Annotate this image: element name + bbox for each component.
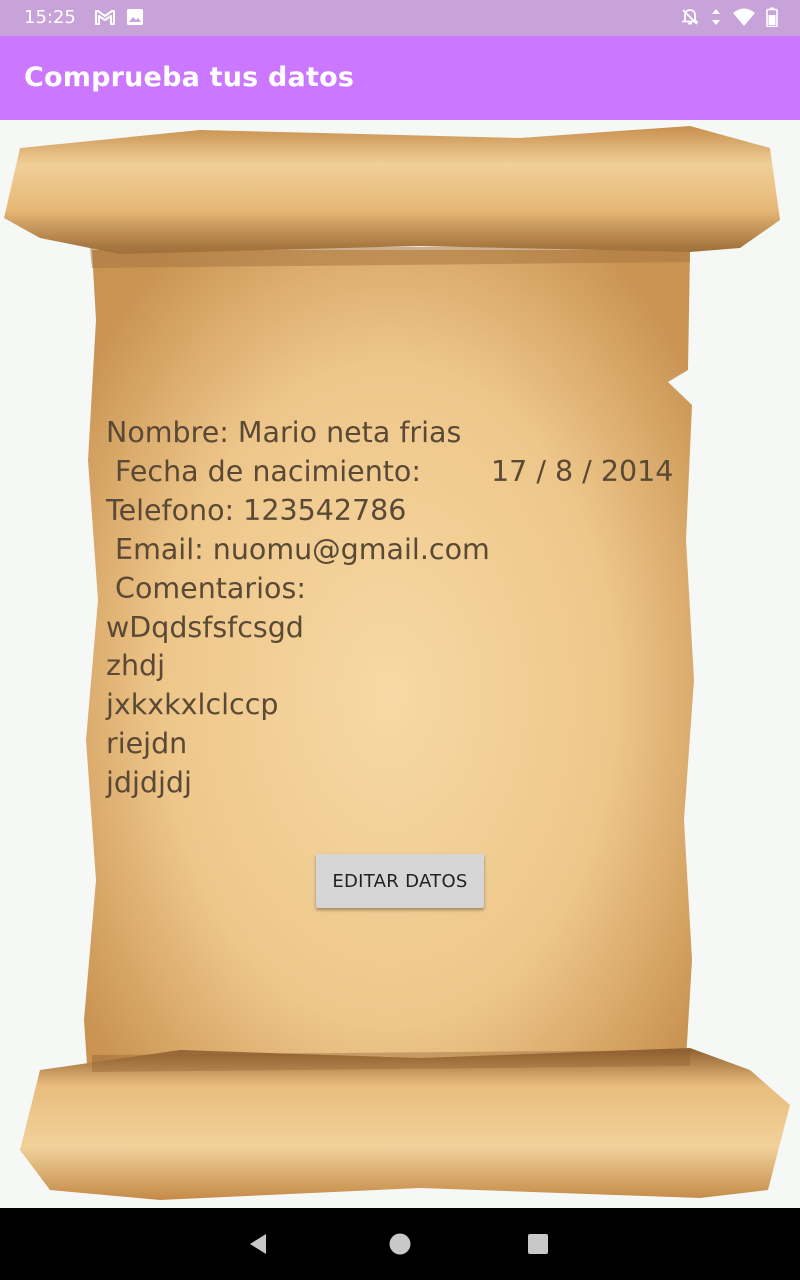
user-details: Nombre: Mario neta frias Fecha de nacimi… <box>106 414 706 803</box>
nombre-text: Nombre: Mario neta frias <box>106 416 462 449</box>
telefono-text: Telefono: 123542786 <box>106 493 407 527</box>
fecha-nacimiento-row: Fecha de nacimiento: 17 / 8 / 2014 <box>106 453 706 492</box>
app-bar: Comprueba tus datos <box>0 36 800 120</box>
status-system-icons <box>680 7 778 27</box>
home-icon <box>389 1233 411 1255</box>
email-text: Email: nuomu@gmail.com <box>106 532 490 566</box>
back-button[interactable] <box>222 1208 294 1280</box>
back-icon <box>250 1234 266 1254</box>
comentario-line: zhdj <box>106 649 166 683</box>
recents-icon <box>528 1234 548 1254</box>
comentarios-label: Comentarios: <box>106 571 306 605</box>
fecha-nacimiento-value: 17 / 8 / 2014 <box>491 454 674 488</box>
wifi-icon <box>733 8 755 26</box>
navigation-bar <box>0 1208 800 1280</box>
editar-datos-button[interactable]: EDITAR DATOS <box>316 854 484 908</box>
no-alarm-icon <box>681 9 699 25</box>
comentario-line: wDqdsfsfcsgd <box>106 610 304 644</box>
status-time: 15:25 <box>24 7 76 28</box>
page-title: Comprueba tus datos <box>24 62 355 93</box>
home-button[interactable] <box>364 1208 436 1280</box>
recents-button[interactable] <box>502 1208 574 1280</box>
image-icon <box>127 9 143 25</box>
gmail-icon <box>95 10 115 25</box>
comentario-line: jxkxkxlclccp <box>106 688 279 722</box>
status-notification-icons <box>94 8 144 26</box>
battery-icon <box>766 7 778 27</box>
comentario-line: jdjdjdj <box>106 766 192 800</box>
status-bar: 15:25 <box>0 0 800 36</box>
data-arrows-icon <box>712 9 720 25</box>
comentario-line: riejdn <box>106 727 188 761</box>
